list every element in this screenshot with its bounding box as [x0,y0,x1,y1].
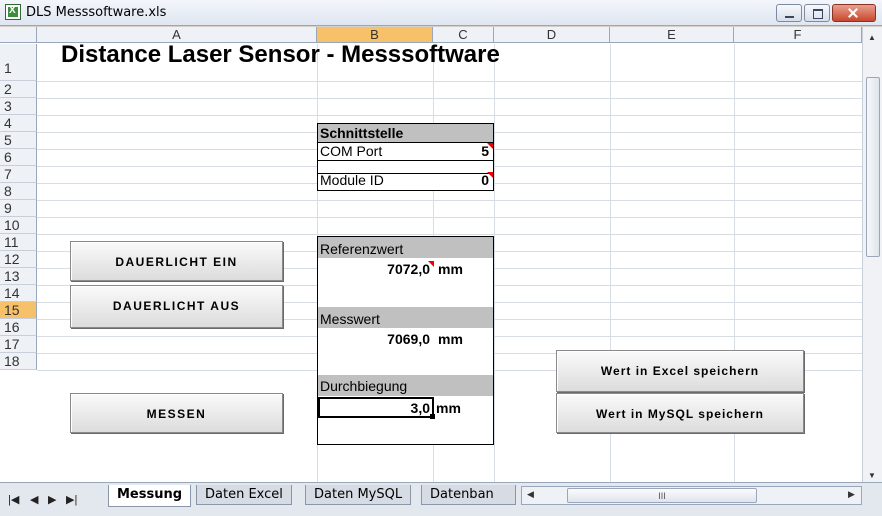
interface-header: Schnittstelle [320,125,404,141]
measure-button[interactable]: MESSEN [70,393,283,433]
tab-daten-mysql[interactable]: Daten MySQL [305,485,412,505]
tab-daten-excel[interactable]: Daten Excel [196,485,292,505]
scroll-left-icon[interactable]: ◀ [527,489,534,500]
row-header[interactable]: 1 [0,44,37,81]
prev-sheet-icon[interactable]: ◀ [30,493,38,506]
row-header[interactable]: 8 [0,183,37,200]
tab-datenban[interactable]: Datenban [421,485,516,505]
measurement-box: Referenzwert 7072,0 mm Messwert 7069,0 m… [317,236,494,445]
row-header[interactable]: 4 [0,115,37,132]
measured-label: Messwert [320,311,380,327]
fill-handle[interactable] [430,414,435,419]
sheet-title: Distance Laser Sensor - Messsoftware [61,41,500,68]
row-header[interactable]: 18 [0,353,37,370]
next-sheet-icon[interactable]: ▶ [48,493,56,506]
comment-marker-icon [487,143,493,149]
deflection-value[interactable]: 3,0 [372,398,430,418]
tab-messung[interactable]: Messung [108,485,192,507]
row-header[interactable]: 7 [0,166,37,183]
row-header[interactable]: 14 [0,285,37,302]
deflection-label: Durchbiegung [320,378,408,394]
row-header[interactable]: 13 [0,268,37,285]
interface-table: Schnittstelle COM Port 5 Module ID 0 [317,123,494,191]
reference-unit: mm [438,261,463,277]
select-all-corner[interactable] [0,27,37,43]
light-on-button[interactable]: DAUERLICHT EIN [70,241,283,281]
window-title: DLS Messsoftware.xls [26,5,167,20]
close-button[interactable] [832,4,876,22]
horizontal-scrollbar[interactable]: ◀ III ▶ [521,486,862,505]
row-header[interactable]: 16 [0,319,37,336]
comment-marker-icon [428,261,434,267]
row-header[interactable]: 11 [0,234,37,251]
save-mysql-button[interactable]: Wert in MySQL speichern [556,393,804,433]
minimize-button[interactable] [776,4,802,22]
reference-label: Referenzwert [320,241,404,257]
excel-icon [5,4,21,20]
sheet-tab-bar: |◀ ◀ ▶ ▶| Messung Daten Excel Daten MySQ… [0,482,882,516]
row-header[interactable]: 12 [0,251,37,268]
vertical-scroll-thumb[interactable] [866,77,880,257]
row-header[interactable]: 9 [0,200,37,217]
module-id-label: Module ID [320,172,384,188]
horizontal-scroll-thumb[interactable]: III [567,488,757,503]
row-header[interactable]: 5 [0,132,37,149]
scroll-up-icon[interactable]: ▲ [868,33,876,42]
scroll-right-icon[interactable]: ▶ [848,489,855,500]
measured-unit: mm [438,331,463,347]
light-off-button[interactable]: DAUERLICHT AUS [70,285,283,328]
row-header[interactable]: 17 [0,336,37,353]
row-header[interactable]: 6 [0,149,37,166]
column-header-f[interactable]: F [734,27,862,43]
row-header[interactable]: 2 [0,81,37,98]
column-header-e[interactable]: E [610,27,734,43]
row-header[interactable]: 3 [0,98,37,115]
comment-marker-icon [487,172,493,178]
first-sheet-icon[interactable]: |◀ [8,493,19,506]
title-bar: DLS Messsoftware.xls [0,0,882,26]
maximize-button[interactable] [804,4,830,22]
measured-value[interactable]: 7069,0 [372,329,430,349]
vertical-scrollbar[interactable]: ▲ ▼ [862,27,882,482]
scroll-down-icon[interactable]: ▼ [868,471,876,480]
com-port-label: COM Port [320,143,383,159]
deflection-unit: mm [436,400,461,416]
last-sheet-icon[interactable]: ▶| [66,493,77,506]
column-header-d[interactable]: D [494,27,610,43]
save-excel-button[interactable]: Wert in Excel speichern [556,350,804,392]
row-header-selected[interactable]: 15 [0,302,37,319]
row-header[interactable]: 10 [0,217,37,234]
reference-value[interactable]: 7072,0 [372,259,430,279]
